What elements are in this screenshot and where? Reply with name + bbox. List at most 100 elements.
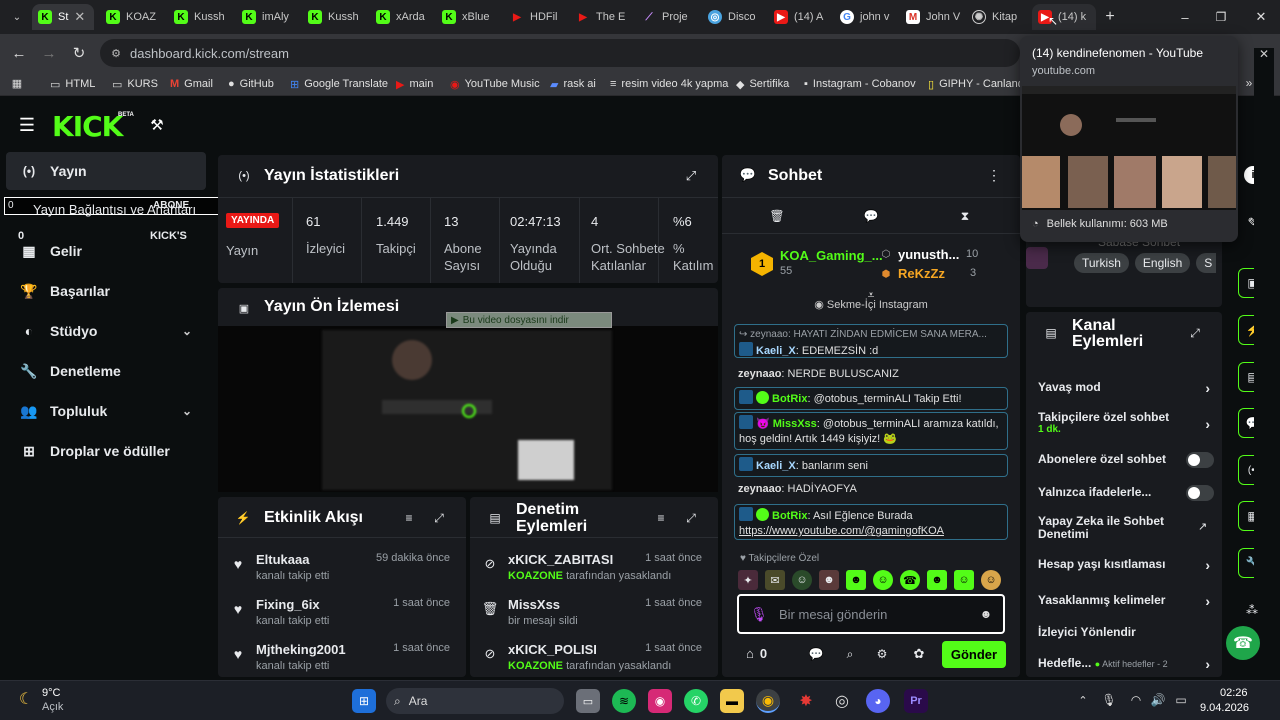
action-account-age[interactable]: Hesap yaşı kısıtlaması ›	[1038, 557, 1214, 573]
toggle-switch[interactable]	[1186, 485, 1214, 501]
preview-video[interactable]	[218, 326, 718, 492]
kick-logo[interactable]: KICK	[52, 110, 123, 143]
tab-search-icon[interactable]: ⌄	[8, 9, 26, 25]
bookmark-resim[interactable]: ≡ resim video 4k yapma	[610, 75, 728, 93]
expand-icon[interactable]: ⤢	[682, 167, 700, 185]
leader-name[interactable]: yunusth...	[898, 247, 959, 262]
bookmark-sertifika[interactable]: ◆ Sertifika	[736, 75, 789, 93]
microphone-icon[interactable]: 🎙	[750, 606, 768, 622]
tab-13[interactable]: M John V	[900, 4, 964, 30]
tab-6[interactable]: KxBlue	[436, 4, 500, 30]
discord-icon[interactable]: ◕	[866, 689, 890, 713]
app-icon[interactable]: ✸	[794, 689, 818, 713]
leader-name[interactable]: KOA_Gaming_...	[780, 248, 883, 263]
chevron-up-icon[interactable]: ⌃	[1076, 693, 1090, 707]
chat-bubble-icon[interactable]: 💬	[864, 209, 879, 223]
bookmark-github[interactable]: ● GitHub	[228, 75, 274, 93]
chevron-down-icon[interactable]: ⩡	[864, 288, 878, 302]
close-icon[interactable]: ✕	[1258, 47, 1270, 61]
chat-username[interactable]: zeynaao	[738, 368, 781, 380]
expand-icon[interactable]: ⤢	[684, 511, 698, 525]
external-link-icon[interactable]: ↗	[1198, 520, 1207, 533]
leader-name[interactable]: ReKzZz	[898, 266, 945, 281]
activity-user[interactable]: Fixing_6ix	[256, 597, 320, 612]
trash-icon[interactable]: 🗑	[769, 209, 784, 223]
support-headset-icon[interactable]: ☎	[1226, 626, 1260, 660]
tab-14[interactable]: ✺ Kitap	[966, 4, 1030, 30]
file-explorer-icon[interactable]: ▬	[720, 689, 744, 713]
instagram-icon[interactable]: ◉	[648, 689, 672, 713]
new-tab-icon[interactable]: +	[1102, 8, 1118, 26]
action-slow-mode[interactable]: Yavaş mod ›	[1038, 380, 1214, 396]
action-emotes-only[interactable]: Yalnızca ifadelerle...	[1038, 485, 1214, 501]
emote-icon[interactable]: ☎	[900, 570, 920, 590]
chat-link[interactable]: https://www.youtube.com/@gamingofKOA	[739, 525, 944, 537]
bookmark-main[interactable]: ▶ main	[396, 75, 433, 93]
chat-username[interactable]: MissXss	[773, 418, 817, 430]
language-tag[interactable]: Turkish	[1074, 253, 1129, 273]
sidebar-item-yayin[interactable]: (•) Yayın	[6, 152, 206, 190]
emote-icon[interactable]: ☻	[819, 570, 839, 590]
task-view-icon[interactable]: ▭	[576, 689, 600, 713]
action-ai-moderation[interactable]: Yapay Zeka ile Sohbet Denetimi	[1038, 515, 1188, 543]
clock-time[interactable]: 02:26	[1220, 687, 1248, 699]
hourglass-icon[interactable]: ⧗	[958, 209, 972, 223]
volume-icon[interactable]: 🔊	[1150, 693, 1166, 707]
back-icon[interactable]: ←	[10, 44, 28, 62]
sidebar-item-studyo[interactable]: ◐ Stüdyo ⌄	[6, 312, 206, 350]
emote-icon[interactable]: ☻	[846, 570, 866, 590]
premiere-icon[interactable]: Pr	[904, 689, 928, 713]
moderator-name[interactable]: KOAZONE	[508, 660, 563, 672]
bookmark-translate[interactable]: ⊞ Google Translate	[290, 75, 388, 93]
chat-bubble-icon[interactable]: 💬	[808, 646, 824, 662]
chat-username[interactable]: BotRix	[772, 510, 807, 522]
action-raid[interactable]: İzleyici Yönlendir	[1038, 625, 1214, 641]
spotify-icon[interactable]: ≋	[612, 689, 636, 713]
activity-user[interactable]: Mjtheking2001	[256, 642, 346, 657]
emote-icon[interactable]: ☺	[954, 570, 974, 590]
tab-9[interactable]: ⟋ Proje	[636, 4, 700, 30]
windows-start-icon[interactable]: ⊞	[352, 689, 376, 713]
tab-0[interactable]: K St ✕	[32, 4, 94, 30]
bookmark-youtube-music[interactable]: ◉ YouTube Music	[450, 75, 540, 93]
emote-icon[interactable]: ✉	[765, 570, 785, 590]
filter-icon[interactable]: ≡	[402, 511, 416, 525]
tab-5[interactable]: KxArda	[370, 4, 434, 30]
sidebar-item-droplar[interactable]: ⊞ Droplar ve ödüller	[6, 432, 206, 470]
bookmark-giphy[interactable]: ▯ GIPHY - Canland	[928, 75, 1024, 93]
bookmark-gmail[interactable]: M Gmail	[170, 75, 213, 93]
language-tag[interactable]: English	[1134, 253, 1191, 273]
taskbar-search[interactable]: ⌕ Ara	[386, 688, 564, 714]
action-banned-words[interactable]: Yasaklanmış kelimeler ›	[1038, 593, 1214, 609]
download-bar[interactable]: ▶ Bu video dosyasını indir	[446, 312, 612, 328]
moderator-name[interactable]: KOAZONE	[508, 570, 563, 582]
moderation-user[interactable]: MissXss	[508, 597, 560, 612]
menu-icon[interactable]: ☰	[18, 115, 36, 135]
tab-15[interactable]: ▶ (14) k	[1032, 4, 1096, 30]
tab-2[interactable]: K Kussh	[168, 4, 232, 30]
emote-icon[interactable]: ☻	[927, 570, 947, 590]
site-info-icon[interactable]: ⚙	[108, 45, 124, 61]
emote-icon[interactable]: ✦	[738, 570, 758, 590]
moderation-user[interactable]: xKICK_ZABITASI	[508, 552, 613, 567]
maximize-icon[interactable]: ❐	[1214, 8, 1228, 26]
tab-11[interactable]: ▶ (14) A	[768, 4, 832, 30]
chat-username[interactable]: Kaeli_X	[756, 460, 796, 472]
expand-icon[interactable]: ⤢	[1188, 326, 1202, 340]
url-input[interactable]: ⚙ dashboard.kick.com/stream	[100, 39, 1020, 67]
tab-10[interactable]: ◎ Disco	[702, 4, 766, 30]
tab-3[interactable]: KimAly	[236, 4, 300, 30]
bookmark-html[interactable]: ▭ HTML	[50, 75, 95, 93]
tab-12[interactable]: Gjohn v	[834, 4, 898, 30]
clock-date[interactable]: 9.04.2026	[1200, 702, 1249, 714]
emote-icon[interactable]: ☺	[981, 570, 1001, 590]
channel-points[interactable]: ⌂ 0	[746, 646, 767, 661]
tab-8[interactable]: ▶ The E	[570, 4, 634, 30]
tab-4[interactable]: K Kussh	[302, 4, 366, 30]
forward-icon[interactable]: →	[40, 44, 58, 62]
chat-input[interactable]: 🎙 Bir mesaj gönderin ☻	[737, 594, 1005, 634]
language-tag[interactable]: S	[1196, 253, 1217, 273]
tab-1[interactable]: K KOAZ	[100, 4, 164, 30]
send-button[interactable]: Gönder	[942, 641, 1006, 668]
hammer-icon[interactable]: ⚒	[148, 116, 166, 134]
